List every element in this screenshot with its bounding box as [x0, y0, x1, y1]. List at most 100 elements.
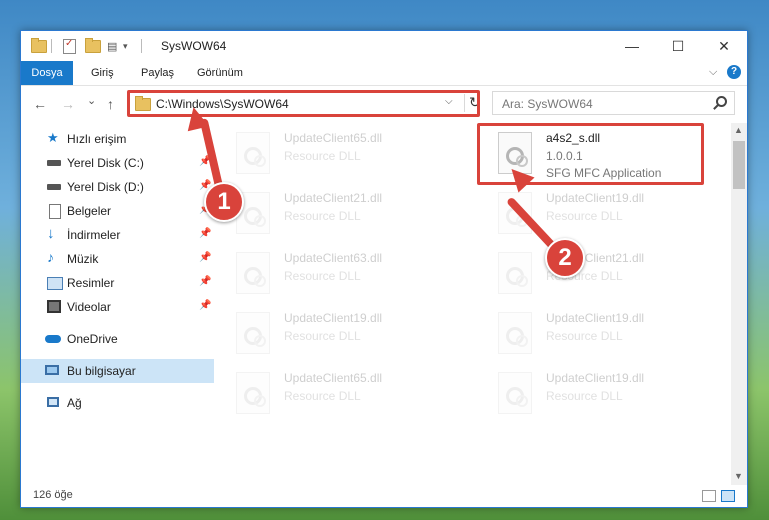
- file-list: UpdateClient65.dll Resource DLL UpdateCl…: [224, 123, 734, 485]
- tab-share[interactable]: Paylaş: [141, 61, 174, 85]
- pin-icon[interactable]: 📌: [199, 276, 211, 287]
- file-type: Resource DLL: [284, 149, 361, 163]
- tab-file[interactable]: Dosya: [21, 61, 73, 85]
- file-name: UpdateClient63.dll: [284, 251, 383, 265]
- sidebar-item-quick-access[interactable]: ★ Hızlı erişim: [21, 127, 214, 151]
- download-icon: ↓: [47, 225, 55, 242]
- file-name: UpdateClient21.dll: [284, 191, 383, 205]
- navigation-pane: ★ Hızlı erişim Yerel Disk (C:) 📌 Yerel D…: [21, 123, 214, 485]
- search-icon[interactable]: [716, 96, 727, 107]
- recent-locations-button[interactable]: ⌄: [87, 94, 96, 107]
- address-row: ← → ⌄ ↑ C:\Windows\SysWOW64 ⌵ ↻ Ara: Sys…: [21, 86, 747, 122]
- sidebar-item-this-pc[interactable]: Bu bilgisayar: [21, 359, 214, 383]
- sidebar-item-label: Resimler: [67, 276, 115, 290]
- file-item[interactable]: UpdateClient19.dll Resource DLL: [486, 367, 716, 421]
- vertical-scrollbar[interactable]: ▲ ▼: [731, 123, 747, 485]
- item-count: 126 öğe: [33, 489, 73, 501]
- tab-home[interactable]: Giriş: [91, 61, 114, 85]
- dll-file-icon: [498, 312, 532, 354]
- sidebar-item-label: Bu bilgisayar: [67, 364, 136, 378]
- computer-icon: [45, 365, 59, 375]
- sidebar-item-label: Yerel Disk (C:): [67, 156, 144, 170]
- forward-button[interactable]: →: [61, 96, 75, 112]
- step-badge-1: 1: [204, 182, 244, 222]
- title-bar: ▤ ▾ SysWOW64 — ☐ ✕: [21, 31, 747, 61]
- sidebar-item-label: Ağ: [67, 396, 82, 410]
- file-item[interactable]: UpdateClient65.dll Resource DLL: [224, 367, 454, 421]
- file-name: UpdateClient19.dll: [546, 191, 645, 205]
- sidebar-item-local-disk-c[interactable]: Yerel Disk (C:) 📌: [21, 151, 214, 175]
- dll-file-icon: [498, 372, 532, 414]
- dll-file-icon: [236, 252, 270, 294]
- maximize-button[interactable]: ☐: [655, 31, 701, 61]
- new-folder-icon[interactable]: [85, 37, 101, 54]
- star-icon: ★: [47, 130, 59, 145]
- search-placeholder: Ara: SysWOW64: [502, 97, 593, 111]
- scroll-thumb[interactable]: [733, 141, 745, 189]
- pin-icon[interactable]: 📌: [199, 228, 211, 239]
- file-item[interactable]: UpdateClient63.dll Resource DLL: [224, 247, 454, 301]
- sidebar-item-videos[interactable]: Videolar 📌: [21, 295, 214, 319]
- file-item[interactable]: UpdateClient21.dll Resource DLL: [224, 187, 454, 241]
- ribbon-tabs: Dosya Giriş Paylaş Görünüm ⌵ ?: [21, 61, 747, 86]
- file-item[interactable]: UpdateClient19.dll Resource DLL: [224, 307, 454, 361]
- sidebar-item-local-disk-d[interactable]: Yerel Disk (D:) 📌: [21, 175, 214, 199]
- file-type: Resource DLL: [546, 329, 623, 343]
- sidebar-item-pictures[interactable]: Resimler 📌: [21, 271, 214, 295]
- sidebar-item-network[interactable]: Ağ: [21, 391, 214, 415]
- file-type: Resource DLL: [284, 389, 361, 403]
- customize-quick-access-icon[interactable]: ▾: [123, 38, 128, 54]
- file-name: UpdateClient19.dll: [546, 371, 645, 385]
- sidebar-item-documents[interactable]: Belgeler 📌: [21, 199, 214, 223]
- sidebar-item-label: Hızlı erişim: [67, 132, 127, 146]
- sidebar-item-onedrive[interactable]: OneDrive: [21, 327, 214, 351]
- pin-icon[interactable]: 📌: [199, 300, 211, 311]
- file-name: UpdateClient65.dll: [284, 131, 383, 145]
- separator: [141, 38, 142, 54]
- tab-view[interactable]: Görünüm: [197, 61, 243, 85]
- address-highlight-box: [127, 90, 480, 117]
- file-item[interactable]: UpdateClient65.dll Resource DLL: [224, 127, 454, 181]
- drive-icon: [47, 160, 61, 166]
- scroll-down-icon[interactable]: ▼: [734, 471, 743, 481]
- dll-file-icon: [236, 372, 270, 414]
- search-input[interactable]: Ara: SysWOW64: [492, 91, 735, 115]
- sidebar-item-label: Videolar: [67, 300, 111, 314]
- explorer-window: ▤ ▾ SysWOW64 — ☐ ✕ Dosya Giriş Paylaş Gö…: [20, 30, 748, 508]
- rename-icon[interactable]: ▤: [107, 38, 117, 54]
- dll-file-icon: [498, 252, 532, 294]
- expand-ribbon-icon[interactable]: ⌵: [709, 66, 717, 79]
- file-item[interactable]: UpdateClient19.dll Resource DLL: [486, 307, 716, 361]
- minimize-button[interactable]: —: [609, 31, 655, 61]
- help-icon[interactable]: ?: [727, 65, 741, 79]
- scroll-up-icon[interactable]: ▲: [734, 125, 743, 135]
- properties-icon[interactable]: [63, 38, 76, 54]
- details-view-icon[interactable]: [702, 490, 716, 502]
- sidebar-item-downloads[interactable]: ↓ İndirmeler 📌: [21, 223, 214, 247]
- status-bar: 126 öğe: [21, 485, 747, 507]
- file-name: UpdateClient65.dll: [284, 371, 383, 385]
- sidebar-item-label: Yerel Disk (D:): [67, 180, 144, 194]
- sidebar-item-label: Müzik: [67, 252, 99, 266]
- pin-icon[interactable]: 📌: [199, 252, 211, 263]
- file-name: UpdateClient19.dll: [284, 311, 383, 325]
- videos-icon: [47, 300, 61, 313]
- sidebar-item-music[interactable]: ♪ Müzik 📌: [21, 247, 214, 271]
- file-type: Resource DLL: [546, 389, 623, 403]
- step-badge-2: 2: [545, 238, 585, 278]
- file-item[interactable]: UpdateClient21.dll Resource DLL: [486, 247, 716, 301]
- close-button[interactable]: ✕: [701, 31, 747, 61]
- up-button[interactable]: ↑: [107, 96, 114, 112]
- sidebar-item-label: OneDrive: [67, 332, 118, 346]
- pictures-icon: [47, 277, 63, 290]
- dll-file-icon: [236, 132, 270, 174]
- large-icons-view-icon[interactable]: [721, 490, 735, 502]
- file-type: Resource DLL: [284, 209, 361, 223]
- documents-icon: [49, 204, 61, 219]
- back-button[interactable]: ←: [33, 96, 47, 112]
- drive-icon: [47, 184, 61, 190]
- music-icon: ♪: [47, 249, 54, 265]
- file-type: Resource DLL: [284, 269, 361, 283]
- window-title: SysWOW64: [161, 39, 227, 53]
- file-type: Resource DLL: [284, 329, 361, 343]
